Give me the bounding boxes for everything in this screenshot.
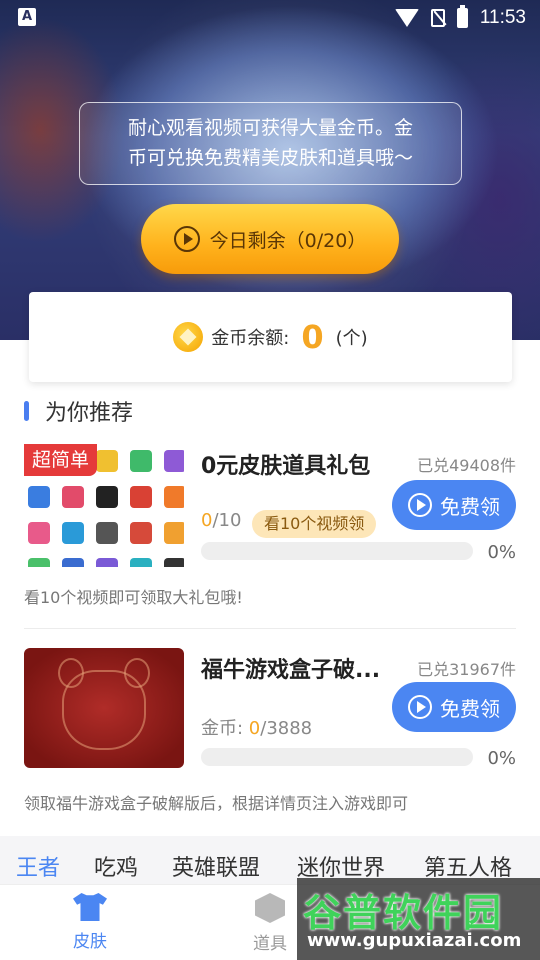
list-item[interactable]: 超简单 0元皮肤道具礼包 已兑49408件 免费领 0/10 看10个视频领 0… [24, 444, 516, 614]
item-thumbnail [24, 648, 184, 768]
play-icon [408, 493, 432, 517]
ox-illustration [58, 658, 150, 750]
category-tab-chiji[interactable]: 吃鸡 [94, 850, 138, 882]
claim-free-label: 免费领 [440, 696, 500, 721]
item-progress-bar [201, 542, 473, 560]
claim-free-label: 免费领 [440, 494, 500, 519]
coin-price-label: 金币: [201, 718, 249, 739]
today-remain-button[interactable]: 今日剩余（0/20） [141, 204, 399, 274]
wifi-icon [394, 9, 419, 27]
nav-item-skins[interactable]: 皮肤 [50, 893, 130, 952]
progress-total: /3888 [260, 718, 313, 739]
section-header: 为你推荐 [24, 396, 133, 426]
shirt-icon [73, 893, 107, 921]
play-icon [408, 695, 432, 719]
section-accent-bar [24, 401, 29, 421]
nav-label-skins: 皮肤 [73, 932, 107, 952]
coin-balance-card: 金币余额: 0 (个) [29, 292, 512, 382]
info-message: 耐心观看视频可获得大量金币。金 币可兑换免费精美皮肤和道具哦～ [79, 102, 462, 185]
today-remain-label: 今日剩余（0/20） [209, 229, 367, 252]
section-title: 为你推荐 [45, 401, 134, 426]
claim-free-button[interactable]: 免费领 [392, 480, 516, 530]
status-time: 11:53 [479, 7, 526, 28]
item-progress-text: 0/10 [201, 510, 241, 531]
cube-icon [255, 893, 285, 923]
watermark-url: www.gupuxiazai.com [307, 930, 522, 951]
item-progress-text: 金币: 0/3888 [201, 714, 312, 740]
site-watermark: 谷普软件园 www.gupuxiazai.com [297, 878, 540, 960]
item-progress-bar [201, 748, 473, 766]
watermark-title: 谷普软件园 [303, 891, 504, 935]
app-notification-icon: A [18, 8, 36, 26]
item-title: 0元皮肤道具礼包 [201, 454, 371, 479]
progress-current: 0 [248, 718, 261, 739]
progress-current: 0 [201, 510, 213, 531]
easy-tag: 超简单 [24, 444, 98, 476]
coin-balance-value: 0 [301, 318, 324, 356]
info-line-2: 币可兑换免费精美皮肤和道具哦～ [127, 147, 413, 169]
play-icon [173, 226, 200, 252]
list-item[interactable]: 福牛游戏盒子破... 已兑31967件 免费领 金币: 0/3888 0% 领取… [24, 648, 516, 818]
coin-icon [173, 322, 204, 352]
item-description: 看10个视频即可领取大礼包哦! [24, 588, 243, 607]
item-description: 领取福牛游戏盒子破解版后，根据详情页注入游戏即可 [24, 794, 409, 813]
no-sim-icon [430, 9, 445, 27]
coin-balance-label: 金币余额: [211, 328, 290, 349]
item-progress-percent: 0% [487, 542, 516, 563]
coin-balance-unit: (个) [335, 328, 368, 349]
status-bar: A 11:53 [0, 0, 540, 36]
claim-free-button[interactable]: 免费领 [392, 682, 516, 732]
item-redeemed-count: 已兑49408件 [417, 456, 516, 475]
battery-charging-icon [456, 5, 468, 28]
category-tab-lol[interactable]: 英雄联盟 [172, 850, 260, 882]
item-redeemed-count: 已兑31967件 [417, 660, 516, 679]
item-title: 福牛游戏盒子破... [201, 658, 381, 683]
item-progress-percent: 0% [487, 748, 516, 769]
divider [24, 628, 516, 629]
category-tab-wangzhe[interactable]: 王者 [16, 850, 60, 882]
info-line-1: 耐心观看视频可获得大量金币。金 [127, 117, 413, 139]
progress-total: /10 [212, 510, 242, 531]
watch-hint-badge: 看10个视频领 [252, 510, 377, 538]
